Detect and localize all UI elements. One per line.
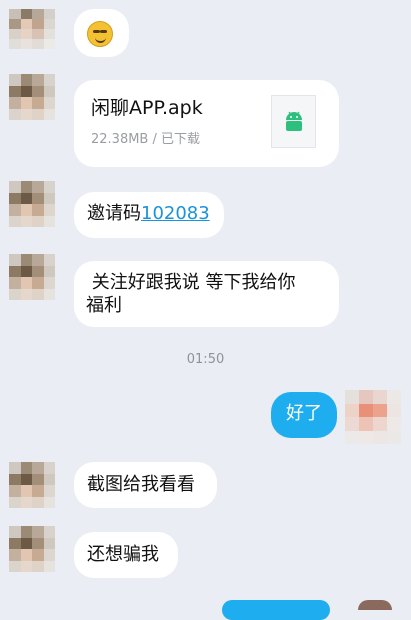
contact-avatar[interactable] [9, 462, 55, 508]
file-meta: 22.38MB / 已下载 [91, 132, 200, 147]
apk-file-thumbnail [271, 95, 316, 148]
message-text: 还想骗我 [87, 544, 159, 565]
message-text-line2: 福利 [86, 295, 122, 316]
message-bubble-outgoing[interactable]: 好了 [271, 392, 337, 438]
file-message-card[interactable]: 闲聊APP.apk 22.38MB / 已下载 [74, 80, 339, 167]
invite-label: 邀请码 [87, 203, 141, 224]
contact-avatar[interactable] [9, 9, 55, 49]
contact-avatar[interactable] [9, 74, 55, 120]
message-text: 好了 [286, 403, 322, 424]
my-avatar[interactable] [345, 390, 401, 444]
message-bubble-scam[interactable]: 还想骗我 [74, 532, 178, 578]
chat-timestamp: 01:50 [186, 352, 225, 367]
file-name: 闲聊APP.apk [91, 97, 203, 119]
message-bubble-follow[interactable]: 关注好跟我说 等下我给你 福利 [74, 261, 339, 327]
my-avatar-partial[interactable] [358, 600, 392, 610]
message-bubble-invite[interactable]: 邀请码102083 [74, 192, 224, 238]
message-text: 截图给我看看 [87, 474, 195, 495]
invite-code-link[interactable]: 102083 [141, 203, 210, 224]
message-bubble-screenshot-request[interactable]: 截图给我看看 [74, 462, 217, 508]
message-text-line1: 关注好跟我说 等下我给你 [86, 272, 296, 293]
contact-avatar[interactable] [9, 254, 55, 300]
grinning-face-icon [87, 21, 113, 47]
contact-avatar[interactable] [9, 181, 55, 227]
contact-avatar[interactable] [9, 526, 55, 572]
message-bubble-outgoing-partial[interactable] [222, 600, 330, 620]
message-bubble-emoji[interactable] [74, 9, 129, 57]
android-icon [285, 111, 302, 131]
